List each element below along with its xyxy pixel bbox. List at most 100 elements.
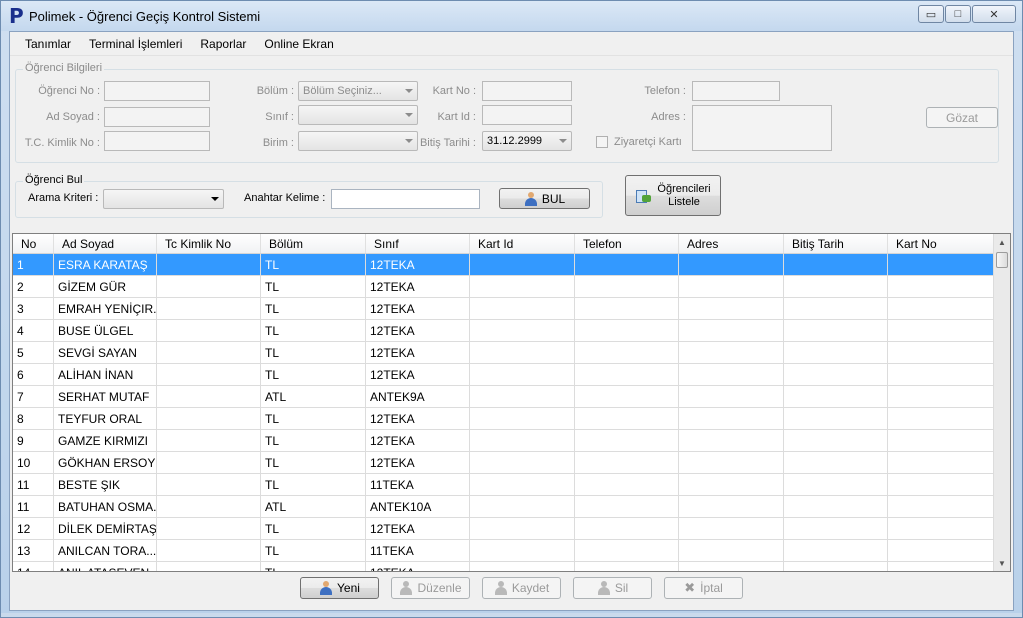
kart-no-field[interactable] [482, 81, 572, 101]
table-cell[interactable] [157, 342, 261, 363]
ogrencileri-listele-button[interactable]: Öğrencileri Listele [625, 175, 721, 216]
table-cell[interactable]: ATL [261, 386, 366, 407]
table-cell[interactable] [470, 276, 575, 297]
table-cell[interactable]: TL [261, 408, 366, 429]
table-cell[interactable] [575, 254, 679, 275]
table-cell[interactable] [575, 364, 679, 385]
table-cell[interactable] [784, 474, 888, 495]
table-row[interactable]: 13 ANILCAN TORA... TL 11TEKA [13, 540, 994, 562]
table-cell[interactable]: 12 [13, 518, 54, 539]
ogrenci-no-field[interactable] [104, 81, 210, 101]
table-cell[interactable] [888, 562, 994, 571]
bolum-select[interactable]: Bölüm Seçiniz... [298, 81, 418, 101]
table-cell[interactable] [888, 452, 994, 473]
table-cell[interactable] [888, 276, 994, 297]
table-cell[interactable] [888, 496, 994, 517]
gozat-button[interactable]: Gözat [926, 107, 998, 128]
table-row[interactable]: 11 BESTE ŞIK TL 11TEKA [13, 474, 994, 496]
table-cell[interactable]: 12TEKA [366, 408, 470, 429]
table-cell[interactable]: TEYFUR ORAL [54, 408, 157, 429]
table-cell[interactable]: TL [261, 562, 366, 571]
table-cell[interactable] [575, 540, 679, 561]
table-cell[interactable] [157, 320, 261, 341]
table-cell[interactable]: 12TEKA [366, 430, 470, 451]
iptal-button[interactable]: ✖ İptal [664, 577, 743, 599]
table-cell[interactable] [888, 540, 994, 561]
column-header-bolum[interactable]: Bölüm [261, 234, 366, 253]
table-cell[interactable] [888, 254, 994, 275]
table-cell[interactable] [470, 386, 575, 407]
table-cell[interactable]: BUSE ÜLGEL [54, 320, 157, 341]
table-cell[interactable] [470, 562, 575, 571]
adres-field[interactable] [692, 105, 832, 151]
table-cell[interactable] [888, 364, 994, 385]
table-cell[interactable]: 6 [13, 364, 54, 385]
table-row[interactable]: 8 TEYFUR ORAL TL 12TEKA [13, 408, 994, 430]
table-cell[interactable]: 13 [13, 540, 54, 561]
ziyaretci-checkbox[interactable] [596, 136, 608, 148]
table-cell[interactable]: TL [261, 320, 366, 341]
table-cell[interactable] [575, 408, 679, 429]
table-row[interactable]: 3 EMRAH YENİÇIR... TL 12TEKA [13, 298, 994, 320]
table-cell[interactable]: 3 [13, 298, 54, 319]
table-cell[interactable] [784, 518, 888, 539]
table-cell[interactable] [679, 254, 784, 275]
table-cell[interactable] [575, 320, 679, 341]
table-cell[interactable] [157, 430, 261, 451]
table-cell[interactable]: 9 [13, 430, 54, 451]
column-header-kart-id[interactable]: Kart Id [470, 234, 575, 253]
kaydet-button[interactable]: Kaydet [482, 577, 561, 599]
maximize-button[interactable]: □ [945, 5, 971, 23]
table-row[interactable]: 6 ALİHAN İNAN TL 12TEKA [13, 364, 994, 386]
table-cell[interactable] [679, 452, 784, 473]
table-row[interactable]: 7 SERHAT MUTAF ATL ANTEK9A [13, 386, 994, 408]
table-cell[interactable] [679, 298, 784, 319]
table-cell[interactable] [157, 254, 261, 275]
title-bar[interactable]: P Polimek - Öğrenci Geçiş Kontrol Sistem… [1, 1, 1022, 31]
table-cell[interactable]: ESRA KARATAŞ [54, 254, 157, 275]
table-cell[interactable] [157, 562, 261, 571]
table-cell[interactable]: 10 [13, 452, 54, 473]
table-cell[interactable] [157, 496, 261, 517]
table-cell[interactable] [679, 518, 784, 539]
table-cell[interactable] [784, 430, 888, 451]
scroll-up-icon[interactable]: ▲ [994, 234, 1010, 250]
table-row[interactable]: 4 BUSE ÜLGEL TL 12TEKA [13, 320, 994, 342]
table-cell[interactable] [470, 320, 575, 341]
table-cell[interactable]: 12TEKA [366, 298, 470, 319]
table-cell[interactable] [157, 474, 261, 495]
table-cell[interactable]: ANTEK9A [366, 386, 470, 407]
table-cell[interactable]: 11 [13, 474, 54, 495]
table-cell[interactable]: EMRAH YENİÇIR... [54, 298, 157, 319]
table-cell[interactable] [679, 320, 784, 341]
table-cell[interactable] [575, 474, 679, 495]
table-cell[interactable] [575, 386, 679, 407]
table-cell[interactable]: TL [261, 430, 366, 451]
table-cell[interactable] [575, 298, 679, 319]
table-cell[interactable]: 11 [13, 496, 54, 517]
table-cell[interactable] [679, 276, 784, 297]
table-cell[interactable] [575, 518, 679, 539]
table-cell[interactable]: 8 [13, 408, 54, 429]
table-cell[interactable] [575, 496, 679, 517]
table-cell[interactable] [679, 386, 784, 407]
column-header-kart-no[interactable]: Kart No [888, 234, 994, 253]
table-cell[interactable] [575, 562, 679, 571]
table-cell[interactable]: 12TEKA [366, 276, 470, 297]
table-cell[interactable]: DİLEK DEMİRTAŞ [54, 518, 157, 539]
table-cell[interactable] [679, 342, 784, 363]
table-cell[interactable] [575, 342, 679, 363]
anahtar-kelime-input[interactable] [331, 189, 480, 209]
table-cell[interactable]: GÖKHAN ERSOY [54, 452, 157, 473]
table-cell[interactable] [470, 518, 575, 539]
table-cell[interactable]: ANTEK10A [366, 496, 470, 517]
table-cell[interactable] [157, 364, 261, 385]
column-header-ad-soyad[interactable]: Ad Soyad [54, 234, 157, 253]
table-cell[interactable]: 2 [13, 276, 54, 297]
table-cell[interactable]: TL [261, 364, 366, 385]
table-cell[interactable] [784, 386, 888, 407]
scroll-thumb[interactable] [996, 252, 1008, 268]
table-cell[interactable]: 12TEKA [366, 254, 470, 275]
table-cell[interactable] [470, 496, 575, 517]
table-cell[interactable] [784, 562, 888, 571]
